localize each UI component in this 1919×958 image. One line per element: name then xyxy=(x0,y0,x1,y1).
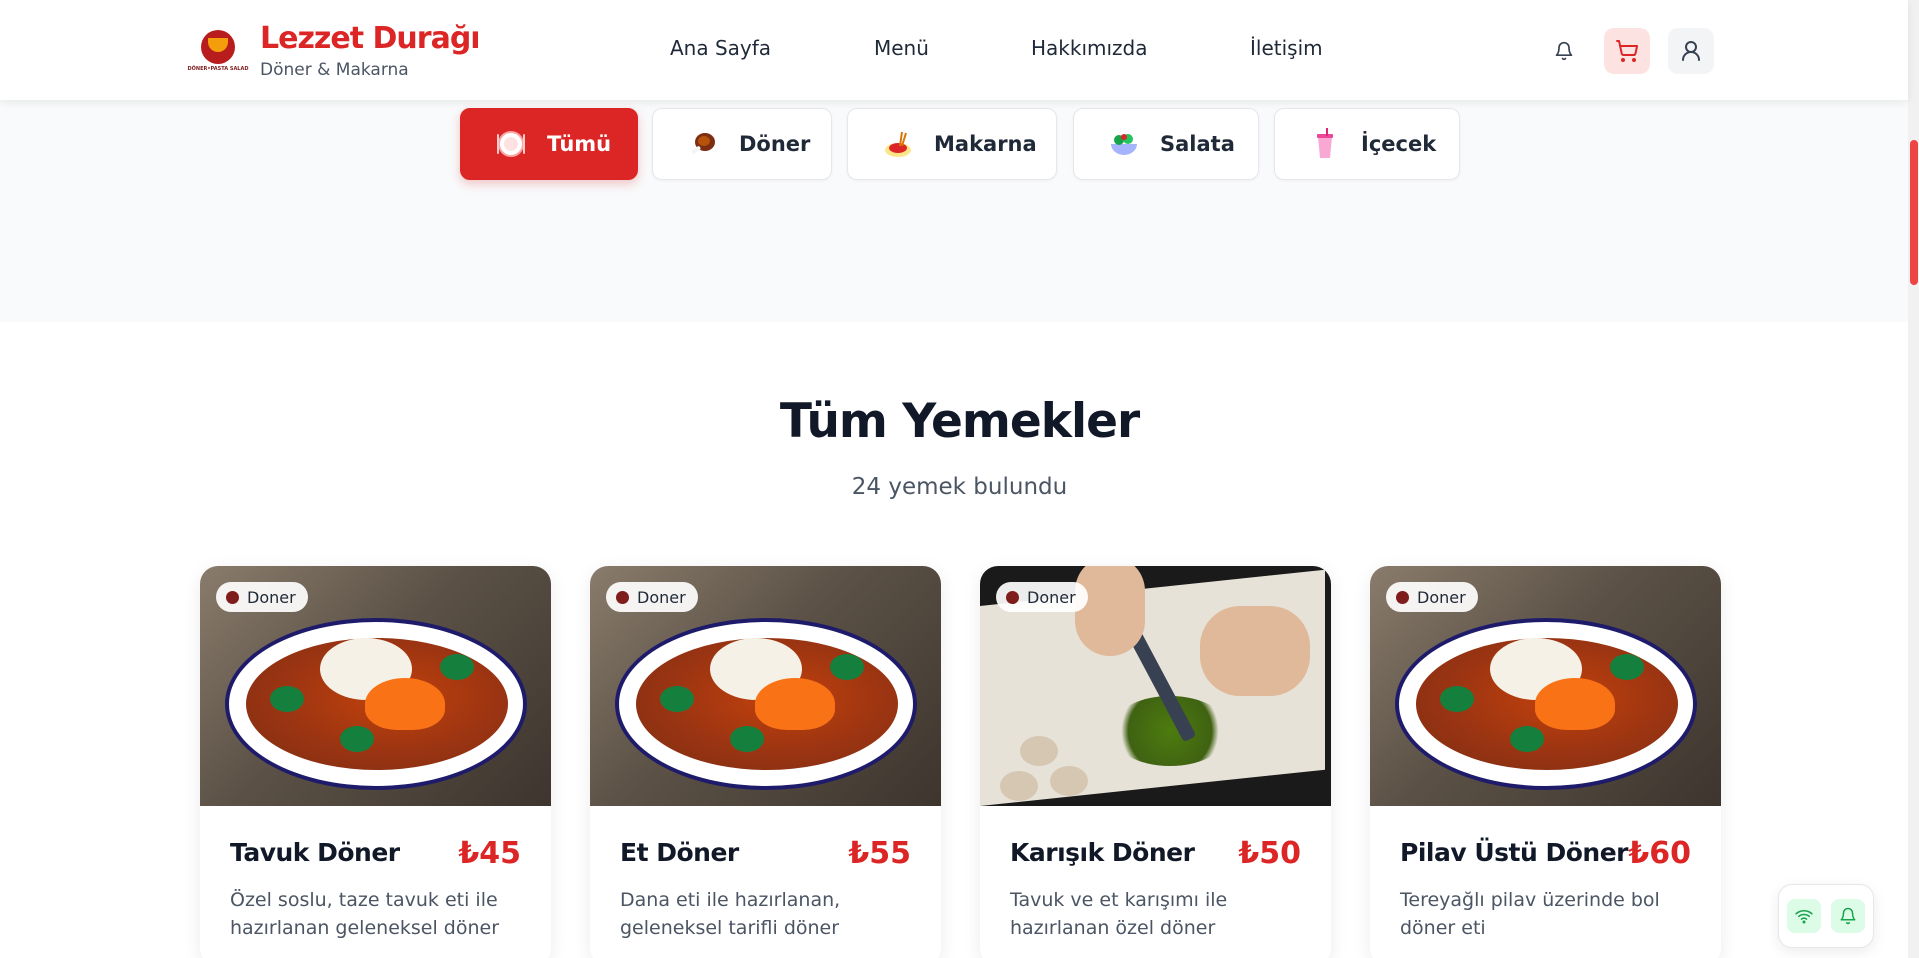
dish-card[interactable]: Doner Karışık Döner ₺50 Tavuk ve et karı… xyxy=(980,566,1331,958)
brand-subtitle: Döner & Makarna xyxy=(260,60,409,80)
dish-name: Karışık Döner xyxy=(1010,838,1195,867)
dish-description: Tereyağlı pilav üzerinde bol döner eti xyxy=(1400,889,1660,939)
category-doner[interactable]: Döner xyxy=(652,108,832,180)
badge-label: Doner xyxy=(1417,587,1466,607)
nav-item-menu[interactable]: Menü xyxy=(874,36,929,60)
category-label: İçecek xyxy=(1361,132,1437,156)
brand[interactable]: DÖNER•PASTA SALAD Lezzet Durağı Döner & … xyxy=(187,21,481,81)
status-widget xyxy=(1778,884,1874,948)
category-label: Makarna xyxy=(934,132,1037,156)
category-label: Döner xyxy=(739,132,811,156)
category-badge: Doner xyxy=(216,582,308,612)
pasta-icon xyxy=(882,128,914,160)
notifications-button[interactable] xyxy=(1541,28,1587,74)
drink-icon xyxy=(1309,128,1341,160)
category-badge: Doner xyxy=(606,582,698,612)
badge-label: Doner xyxy=(247,587,296,607)
meat-icon xyxy=(226,590,239,604)
user-icon xyxy=(1682,41,1700,61)
scrollbar-thumb[interactable] xyxy=(1910,140,1918,285)
dish-price: ₺45 xyxy=(458,836,521,871)
plate-icon xyxy=(495,128,527,160)
section-title: Tüm Yemekler xyxy=(779,394,1140,449)
cart-icon xyxy=(1616,40,1639,62)
badge-label: Doner xyxy=(637,587,686,607)
category-makarna[interactable]: Makarna xyxy=(847,108,1057,180)
wifi-icon xyxy=(1795,910,1813,924)
category-icecek[interactable]: İçecek xyxy=(1274,108,1460,180)
cart-button[interactable] xyxy=(1604,28,1650,74)
meat-icon xyxy=(687,128,719,160)
salad-icon xyxy=(1108,128,1140,160)
meat-icon xyxy=(1396,590,1409,604)
nav-item-hakkimizda[interactable]: Hakkımızda xyxy=(1031,36,1148,60)
logo-text: DÖNER•PASTA SALAD xyxy=(187,66,249,72)
dish-name: Et Döner xyxy=(620,838,739,867)
category-badge: Doner xyxy=(996,582,1088,612)
alert-button[interactable] xyxy=(1831,899,1865,933)
dish-name: Tavuk Döner xyxy=(230,838,400,867)
category-salata[interactable]: Salata xyxy=(1073,108,1259,180)
meat-icon xyxy=(616,590,629,604)
dish-description: Özel soslu, taze tavuk eti ile hazırlana… xyxy=(230,889,500,939)
category-tumu[interactable]: Tümü xyxy=(460,108,638,180)
brand-logo: DÖNER•PASTA SALAD xyxy=(187,26,249,76)
nav-item-iletisim[interactable]: İletişim xyxy=(1250,36,1323,60)
site-header: DÖNER•PASTA SALAD Lezzet Durağı Döner & … xyxy=(0,0,1908,100)
dish-card[interactable]: Doner Et Döner ₺55 Dana eti ile hazırlan… xyxy=(590,566,941,958)
dish-name: Pilav Üstü Döner xyxy=(1400,838,1628,867)
category-label: Tümü xyxy=(547,132,612,156)
dish-price: ₺60 xyxy=(1628,836,1691,871)
dish-price: ₺55 xyxy=(848,836,911,871)
badge-label: Doner xyxy=(1027,587,1076,607)
dish-card[interactable]: Doner Pilav Üstü Döner ₺60 Tereyağlı pil… xyxy=(1370,566,1721,958)
brand-text: Lezzet Durağı Döner & Makarna xyxy=(260,21,481,81)
dish-card[interactable]: Doner Tavuk Döner ₺45 Özel soslu, taze t… xyxy=(200,566,551,958)
dish-price: ₺50 xyxy=(1238,836,1301,871)
user-button[interactable] xyxy=(1668,28,1714,74)
dish-description: Dana eti ile hazırlanan, geleneksel tari… xyxy=(620,889,841,939)
nav-item-ana-sayfa[interactable]: Ana Sayfa xyxy=(670,36,771,60)
logo-bowl-icon xyxy=(201,30,235,64)
bell-icon xyxy=(1555,41,1573,61)
wifi-button[interactable] xyxy=(1787,899,1821,933)
results-count: 24 yemek bulundu xyxy=(851,474,1068,500)
brand-name: Lezzet Durağı xyxy=(260,21,481,56)
dish-description: Tavuk ve et karışımı ile hazırlanan özel… xyxy=(1010,889,1228,939)
category-badge: Doner xyxy=(1386,582,1478,612)
category-filter: Tümü Döner Makarna Salata İçecek xyxy=(0,100,1908,322)
category-label: Salata xyxy=(1160,132,1235,156)
meat-icon xyxy=(1006,590,1019,604)
bell-icon xyxy=(1840,907,1856,925)
